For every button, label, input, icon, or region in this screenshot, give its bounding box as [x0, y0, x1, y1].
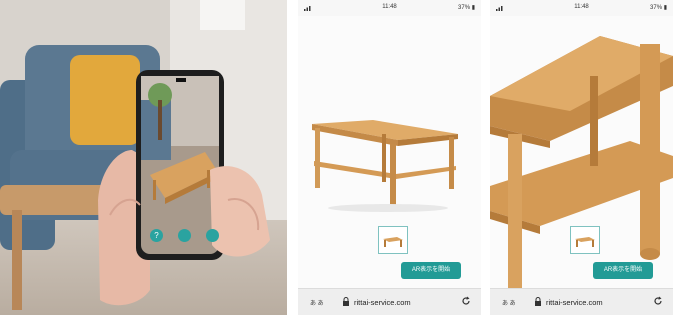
keyboard-toggle[interactable]: あ あ	[310, 298, 324, 307]
ar-demo-photo: ?	[0, 0, 287, 315]
lock-icon	[534, 297, 542, 308]
status-time: 11:48	[574, 4, 589, 10]
url-text: rittai-service.com	[546, 298, 603, 307]
battery-icon: 37% ▮	[458, 5, 475, 11]
start-ar-button[interactable]: AR表示を開始	[593, 262, 653, 279]
browser-url-bar[interactable]: あ あ rittai-service.com	[298, 288, 481, 315]
battery-percent: 37%	[650, 5, 663, 11]
lock-icon	[342, 297, 350, 308]
phone-screen-1: 11:48 37% ▮ AR表示を開始 あ あ rittai-service.c…	[298, 0, 481, 315]
status-time: 11:48	[382, 4, 397, 10]
3d-viewer[interactable]: AR表示を開始	[490, 16, 673, 288]
settings-button[interactable]	[206, 229, 219, 242]
status-bar: 11:48 37% ▮	[298, 0, 481, 16]
model-thumbnail[interactable]	[378, 226, 408, 254]
battery-percent: 37%	[458, 5, 471, 11]
reload-icon[interactable]	[461, 296, 471, 308]
status-bar: 11:48 37% ▮	[490, 0, 673, 16]
phone-screen-2: 11:48 37% ▮ AR表示を開始 あ あ rittai-service.c…	[490, 0, 673, 315]
3d-viewer[interactable]: AR表示を開始	[298, 16, 481, 288]
start-ar-button[interactable]: AR表示を開始	[401, 262, 461, 279]
reload-icon[interactable]	[653, 296, 663, 308]
browser-url-bar[interactable]: あ あ rittai-service.com	[490, 288, 673, 315]
url-text: rittai-service.com	[354, 298, 411, 307]
keyboard-toggle[interactable]: あ あ	[502, 298, 516, 307]
capture-button[interactable]	[178, 229, 191, 242]
model-thumbnail[interactable]	[570, 226, 600, 254]
help-button[interactable]: ?	[150, 229, 163, 242]
ar-demo-illustration	[0, 0, 287, 315]
battery-icon: 37% ▮	[650, 5, 667, 11]
